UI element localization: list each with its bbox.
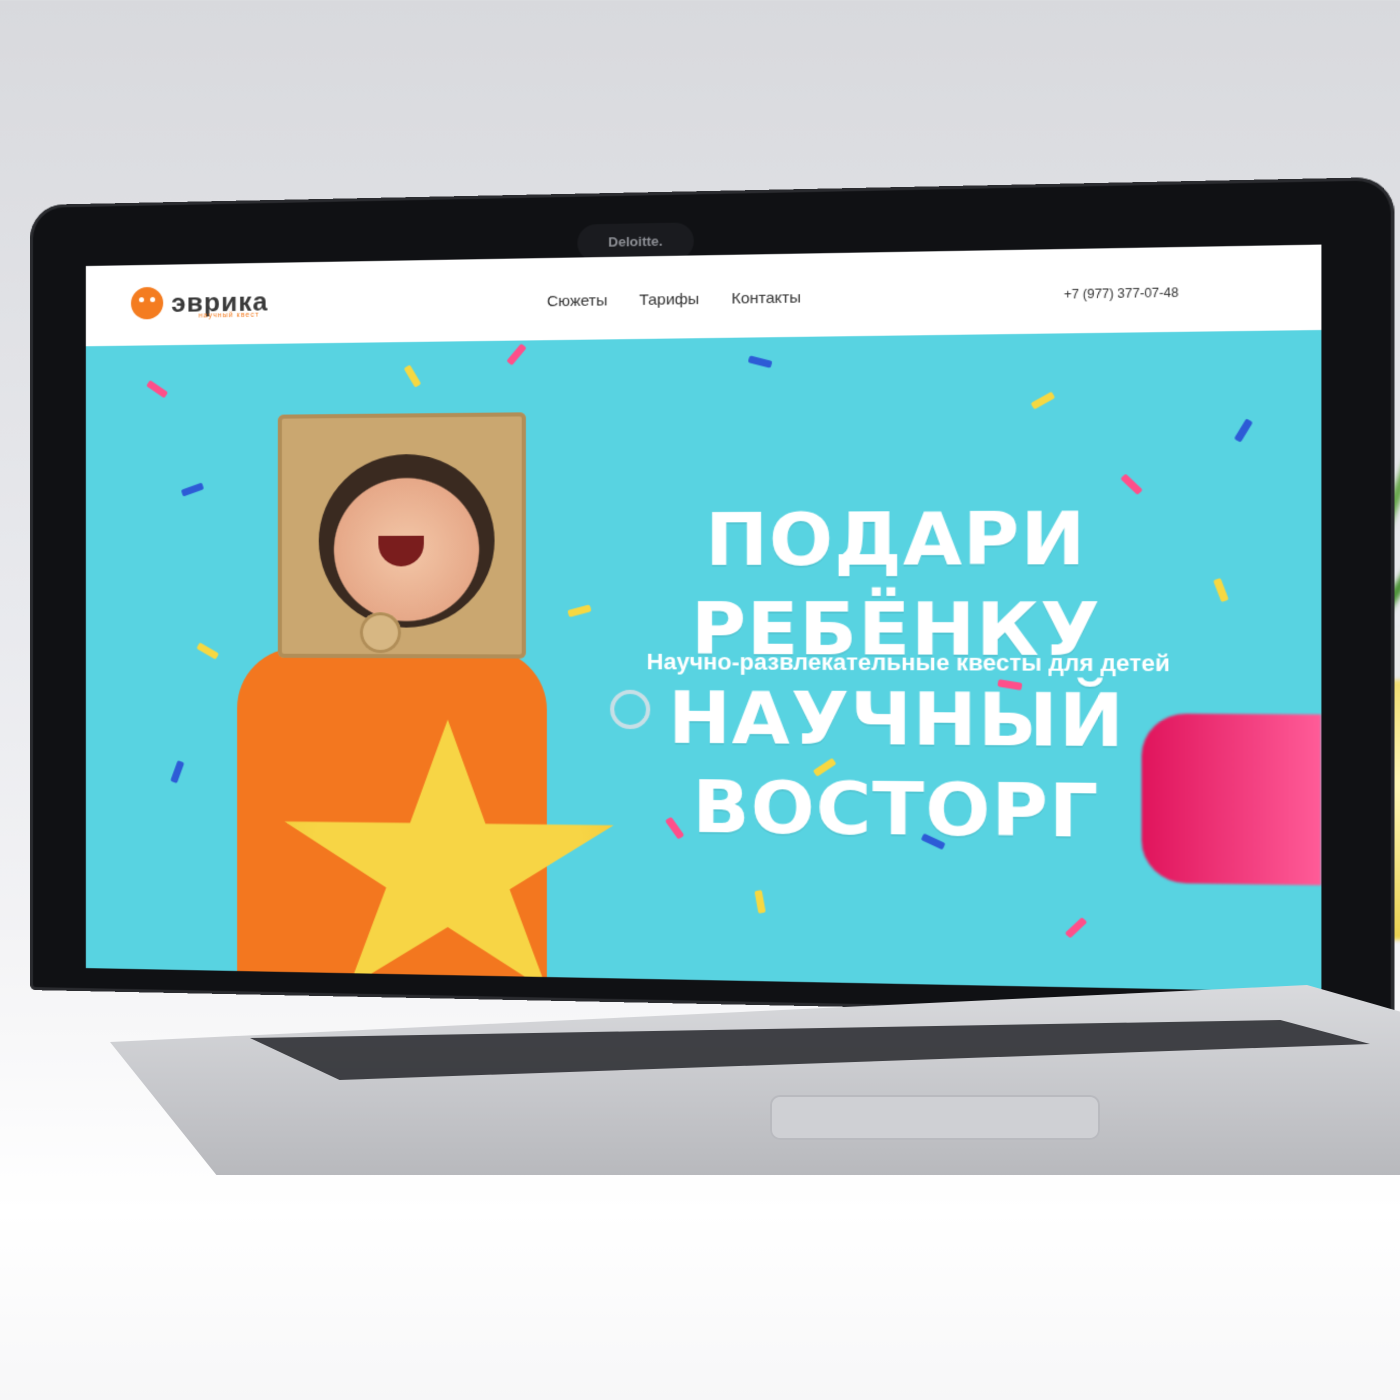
hero-section: ПОДАРИ РЕБЁНКУ НАУЧНЫЙ ВОСТОРГ Научно-ра… <box>85 329 1322 992</box>
confetti-piece <box>754 889 766 914</box>
confetti-piece <box>1064 916 1088 939</box>
hero-headline-line1: ПОДАРИ РЕБЁНКУ <box>691 495 1102 673</box>
confetti-piece <box>1030 391 1056 410</box>
robot-head-icon <box>130 286 164 320</box>
confetti-piece <box>1120 473 1143 496</box>
hero-subheadline: Научно-развлекательные квесты для детей <box>646 648 1170 677</box>
confetti-piece <box>747 355 773 369</box>
nav-item-contacts[interactable]: Контакты <box>731 289 801 308</box>
laptop-trackpad <box>770 1095 1100 1140</box>
nav-item-plots[interactable]: Сюжеты <box>547 292 607 310</box>
confetti-piece <box>180 482 205 497</box>
confetti-piece <box>196 642 220 660</box>
confetti-piece <box>146 379 169 399</box>
hero-headline-line2: НАУЧНЫЙ ВОСТОРГ <box>668 675 1125 855</box>
laptop-lid: Deloitte. эврика научный квест Сюжеты Та… <box>30 176 1395 1019</box>
phone-number[interactable]: +7 (977) 377-07-48 <box>1064 285 1179 302</box>
main-nav: Сюжеты Тарифы Контакты <box>547 289 801 310</box>
nav-item-pricing[interactable]: Тарифы <box>639 291 699 309</box>
confetti-piece <box>1233 418 1254 443</box>
site-header: эврика научный квест Сюжеты Тарифы Конта… <box>85 244 1322 347</box>
logo-tagline: научный квест <box>198 311 260 320</box>
hero-photo-child-astronaut <box>237 412 578 988</box>
confetti-piece <box>170 760 185 784</box>
confetti-piece <box>506 343 527 366</box>
confetti-piece <box>403 364 422 388</box>
laptop-screen: эврика научный квест Сюжеты Тарифы Конта… <box>85 244 1322 993</box>
